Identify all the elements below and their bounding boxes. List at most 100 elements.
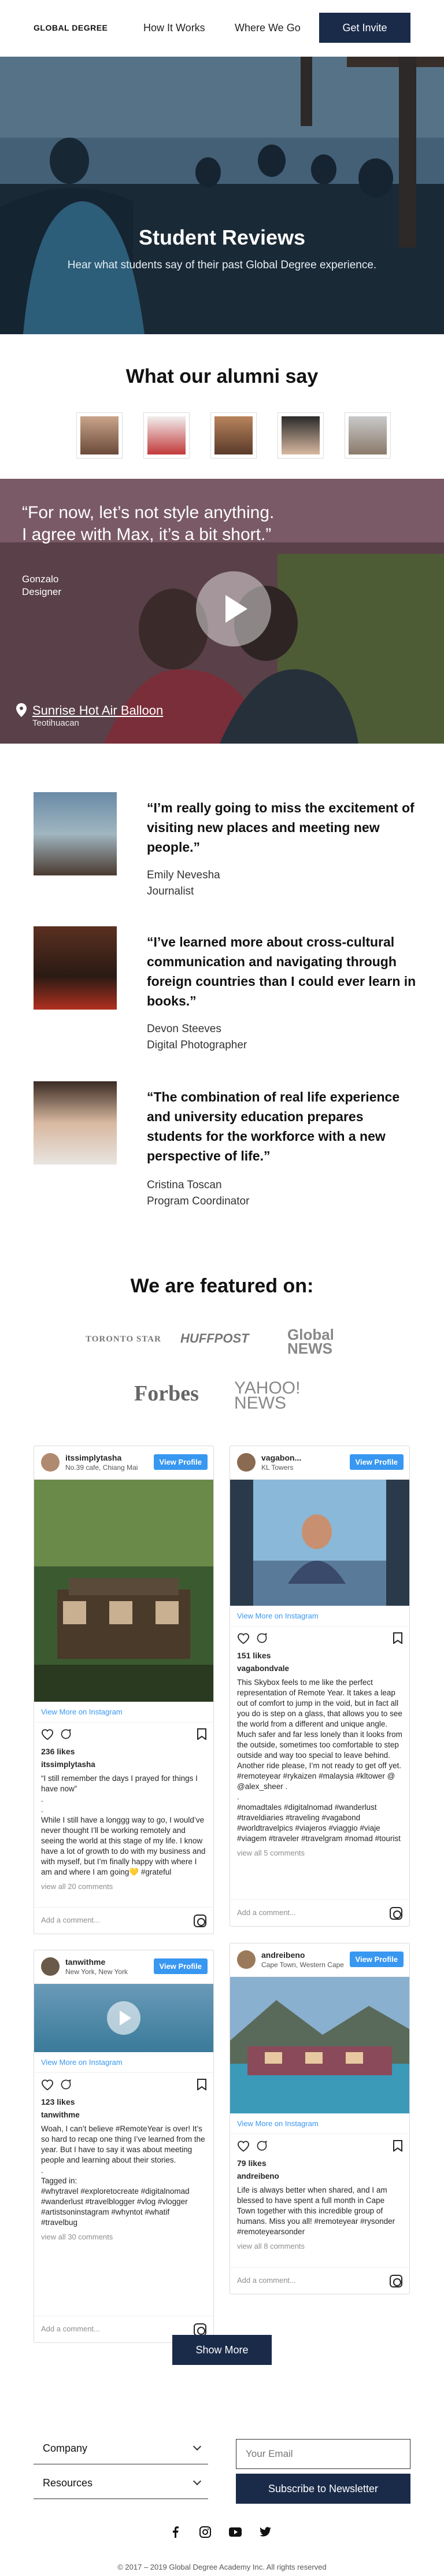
alumni-avatar[interactable] [210, 412, 257, 459]
add-comment-bar[interactable]: Add a comment... [230, 2267, 409, 2294]
view-comments-link[interactable]: view all 5 comments [230, 1847, 409, 1858]
instagram-post-image[interactable] [230, 1480, 409, 1606]
instagram-post-image[interactable] [34, 1480, 213, 1702]
alumni-avatar[interactable] [76, 412, 123, 459]
heart-icon[interactable] [237, 1632, 250, 1644]
testimonial-role: Program Coordinator [147, 1195, 250, 1207]
view-profile-button[interactable]: View Profile [349, 1454, 404, 1470]
bookmark-icon[interactable] [197, 2079, 206, 2090]
instagram-post-video[interactable] [34, 1984, 213, 2052]
testimonial-photo [34, 1081, 117, 1165]
instagram-caption-user[interactable]: vagabondvale [230, 1660, 409, 1674]
instagram-location[interactable]: New York, New York [65, 1968, 128, 1976]
instagram-icon[interactable] [390, 1907, 402, 1920]
testimonial-role: Journalist [147, 885, 194, 897]
facebook-icon[interactable] [169, 2526, 182, 2538]
comment-icon[interactable] [256, 2140, 268, 2152]
view-more-instagram-link[interactable]: View More on Instagram [230, 2113, 409, 2134]
heart-icon[interactable] [41, 2079, 54, 2090]
add-comment-placeholder[interactable]: Add a comment... [237, 1908, 296, 1917]
view-comments-link[interactable]: view all 30 comments [34, 2231, 213, 2242]
comment-icon[interactable] [60, 2079, 72, 2090]
show-more-button[interactable]: Show More [172, 2335, 272, 2365]
page: GLOBAL DEGREE How It Works Where We Go G… [0, 0, 444, 2576]
alumni-avatar[interactable] [345, 412, 391, 459]
bookmark-icon[interactable] [197, 1728, 206, 1740]
add-comment-placeholder[interactable]: Add a comment... [41, 2324, 100, 2333]
instagram-icon[interactable] [194, 2323, 206, 2336]
comment-icon[interactable] [60, 1728, 72, 1740]
avatar[interactable] [237, 1453, 256, 1472]
instagram-username[interactable]: itssimplytasha [65, 1453, 121, 1462]
video-location[interactable]: Sunrise Hot Air Balloon Teotihuacan [16, 703, 163, 728]
top-nav: GLOBAL DEGREE How It Works Where We Go G… [0, 0, 444, 57]
instagram-location[interactable]: Cape Town, Western Cape [261, 1961, 344, 1969]
bookmark-icon[interactable] [393, 1632, 402, 1644]
testimonial: “I’m really going to miss the excitement… [34, 792, 415, 908]
add-comment-placeholder[interactable]: Add a comment... [41, 1916, 100, 1924]
bookmark-icon[interactable] [393, 2140, 402, 2152]
view-profile-button[interactable]: View Profile [349, 1952, 404, 1967]
play-button[interactable] [107, 2001, 140, 2035]
play-icon [225, 595, 247, 623]
alumni-avatar[interactable] [278, 412, 324, 459]
instagram-icon[interactable] [390, 2275, 402, 2287]
add-comment-placeholder[interactable]: Add a comment... [237, 2276, 296, 2285]
testimonial-quote: “I’m really going to miss the excitement… [147, 800, 415, 855]
newsletter-email-input[interactable] [236, 2439, 410, 2469]
video-player[interactable]: “For now, let’s not style anything. I ag… [0, 479, 444, 744]
accordion-label: Resources [43, 2477, 93, 2489]
instagram-username[interactable]: vagabon... [261, 1453, 301, 1462]
subscribe-button[interactable]: Subscribe to Newsletter [236, 2474, 410, 2504]
instagram-username[interactable]: tanwithme [65, 1957, 105, 1967]
instagram-post: vagabon... KL Towers View Profile View M… [230, 1446, 410, 1927]
view-comments-link[interactable]: view all 8 comments [230, 2241, 409, 2252]
heart-icon[interactable] [41, 1728, 54, 1740]
get-invite-button[interactable]: Get Invite [319, 13, 410, 43]
instagram-caption: This Skybox feels to me like the perfect… [237, 1678, 402, 1843]
instagram-likes: 79 likes [237, 2159, 267, 2168]
youtube-icon[interactable] [229, 2526, 242, 2538]
add-comment-bar[interactable]: Add a comment... [34, 1907, 213, 1934]
play-icon [120, 2010, 131, 2026]
avatar[interactable] [41, 1453, 60, 1472]
testimonial-quote: “I’ve learned more about cross-cultural … [147, 934, 416, 1008]
instagram-icon[interactable] [199, 2526, 212, 2538]
alumni-avatar[interactable] [143, 412, 190, 459]
avatar[interactable] [41, 1957, 60, 1976]
view-comments-link[interactable]: view all 20 comments [34, 1881, 213, 1892]
view-more-instagram-link[interactable]: View More on Instagram [230, 1606, 409, 1627]
view-profile-button[interactable]: View Profile [153, 1958, 208, 1974]
footer-accordion-resources[interactable]: Resources [34, 2469, 208, 2499]
forbes-logo: Forbes [134, 1381, 199, 1406]
twitter-icon[interactable] [259, 2526, 272, 2538]
instagram-post-image[interactable] [230, 1977, 409, 2113]
instagram-username[interactable]: andreibeno [261, 1950, 305, 1960]
heart-icon[interactable] [237, 2140, 250, 2152]
logo[interactable]: GLOBAL DEGREE [34, 23, 108, 32]
hero-overlay [0, 57, 444, 334]
instagram-caption-user[interactable]: tanwithme [34, 2106, 213, 2120]
instagram-caption-user[interactable]: itssimplytasha [34, 1756, 213, 1770]
hero-title: Student Reviews [138, 226, 306, 249]
testimonial: “I’ve learned more about cross-cultural … [34, 926, 416, 1054]
instagram-caption-user[interactable]: andreibeno [230, 2168, 409, 2182]
footer-accordion-company[interactable]: Company [34, 2434, 208, 2464]
view-more-instagram-link[interactable]: View More on Instagram [34, 2052, 213, 2073]
add-comment-bar[interactable]: Add a comment... [230, 1899, 409, 1926]
play-button[interactable] [196, 571, 271, 646]
avatar[interactable] [237, 1950, 256, 1969]
testimonial-name: Cristina Toscan [147, 1179, 222, 1191]
instagram-post-header: tanwithme New York, New York View Profil… [34, 1950, 213, 1984]
view-more-instagram-link[interactable]: View More on Instagram [34, 1702, 213, 1723]
instagram-location[interactable]: No.39 cafe, Chiang Mai [65, 1463, 138, 1472]
instagram-icon[interactable] [194, 1915, 206, 1927]
instagram-location[interactable]: KL Towers [261, 1463, 293, 1472]
nav-link-where-we-go[interactable]: Where We Go [235, 22, 301, 34]
instagram-likes: 123 likes [41, 2097, 75, 2106]
nav-link-how-it-works[interactable]: How It Works [143, 22, 205, 34]
view-profile-button[interactable]: View Profile [153, 1454, 208, 1470]
toronto-star-logo: TORONTO STAR [86, 1335, 161, 1344]
comment-icon[interactable] [256, 1632, 268, 1644]
video-location-name[interactable]: Sunrise Hot Air Balloon [32, 703, 163, 718]
